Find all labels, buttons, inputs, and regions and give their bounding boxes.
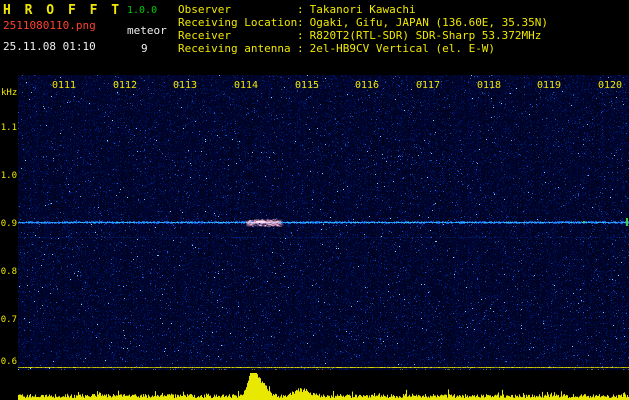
freq-tick-label: 1.0 [0,171,17,181]
info-separator: : [297,16,304,29]
time-tick-label: 0114 [234,80,259,91]
info-value: R820T2(RTL-SDR) SDR-Sharp 53.372MHz [309,29,542,42]
hrofft-window: H R O F F T 1.0.0 2511080110.png meteor … [0,0,629,400]
app-title: H R O F F T [3,3,123,18]
time-tick-label: 0120 [598,80,623,91]
freq-axis-unit: kHz [1,88,18,98]
freq-tick-label: 1.1 [0,123,17,133]
info-separator: : [297,29,304,42]
time-tick-label: 0117 [416,80,441,91]
info-label: Receiving Location [178,16,298,29]
output-filename: 2511080110.png [3,19,96,32]
info-row-location: Receiving Location: Ogaki, Gifu, JAPAN (1… [178,16,548,29]
echo-count: 9 [141,42,148,55]
freq-tick-label: 0.6 [0,357,17,367]
app-version: 1.0.0 [127,5,158,16]
time-tick-label: 0111 [52,80,77,91]
info-row-receiver: Receiver: R820T2(RTL-SDR) SDR-Sharp 53.37… [178,29,548,42]
timestamp: 25.11.08 01:10 [3,40,96,53]
freq-tick-label: 0.7 [0,315,17,325]
station-info: Observer: Takanori Kawachi Receiving Loca… [178,3,548,55]
info-label: Observer [178,3,231,16]
info-separator: : [297,42,304,55]
info-value: 2el-HB9CV Vertical (el. E-W) [309,42,496,55]
time-tick-label: 0113 [173,80,198,91]
time-tick-label: 0118 [477,80,502,91]
info-value: Takanori Kawachi [309,3,416,16]
info-row-antenna: Receiving antenna:2el-HB9CV Vertical (el… [178,42,548,55]
info-label: Receiving antenna [178,42,291,55]
info-label: Receiver [178,29,231,42]
freq-tick-label: 0.9 [0,219,17,229]
mode-label: meteor [127,24,167,37]
time-tick-label: 0116 [355,80,380,91]
time-tick-label: 0112 [113,80,138,91]
info-separator: : [297,3,304,16]
spectrogram-canvas [18,75,629,370]
time-tick-label: 0115 [295,80,320,91]
info-row-observer: Observer: Takanori Kawachi [178,3,548,16]
info-value: Ogaki, Gifu, JAPAN (136.60E, 35.35N) [309,16,549,29]
amplitude-canvas [18,370,629,400]
time-tick-label: 0119 [537,80,562,91]
freq-tick-label: 0.8 [0,267,17,277]
